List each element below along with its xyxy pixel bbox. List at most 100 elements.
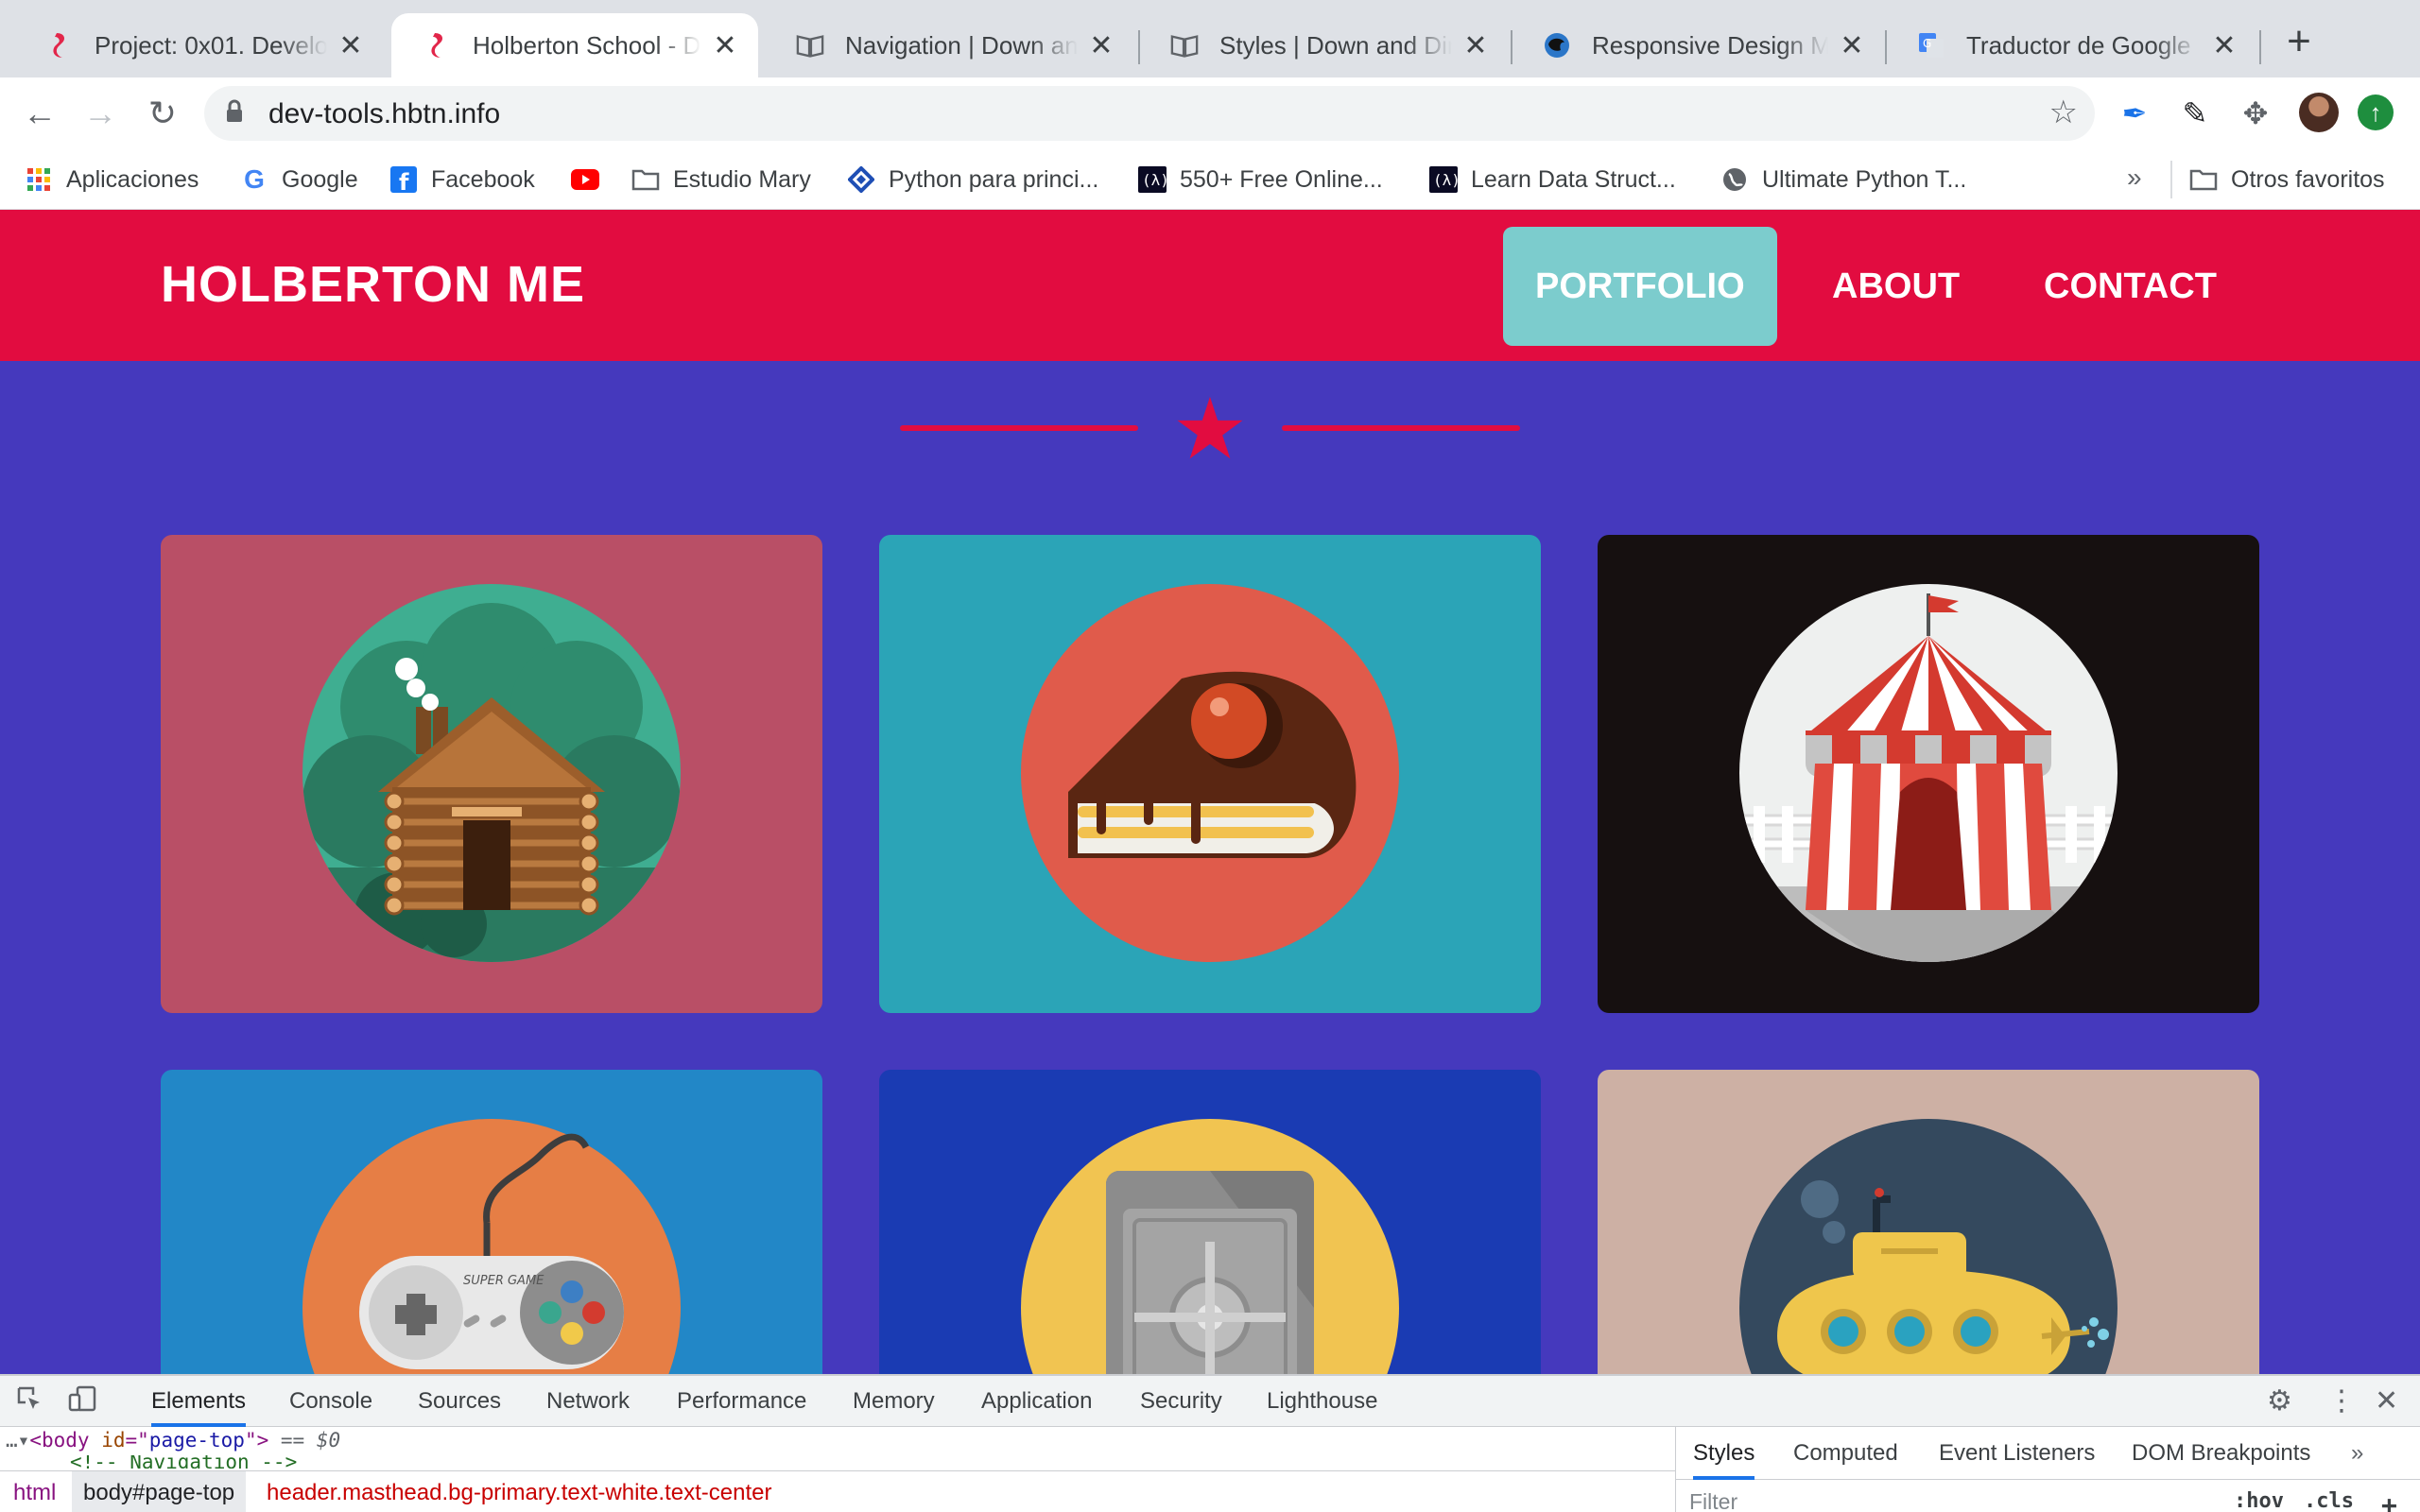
portfolio-item-submarine[interactable]	[1598, 1070, 2259, 1374]
submarine-illustration	[1739, 1119, 2118, 1374]
profile-avatar[interactable]	[2299, 93, 2339, 132]
tab-traductor-de-google[interactable]: G Traductor de Google ✕	[1885, 13, 2257, 77]
url-text[interactable]: dev-tools.hbtn.info	[268, 98, 500, 130]
new-style-rule-button[interactable]: +	[2381, 1489, 2397, 1512]
svg-text:SUPER GAME: SUPER GAME	[463, 1274, 544, 1288]
extensions-puzzle-icon[interactable]: ✥	[2237, 94, 2274, 132]
nav-contact[interactable]: CONTACT	[2012, 227, 2249, 346]
tadpole-icon	[1543, 31, 1571, 60]
devtools-tab-security[interactable]: Security	[1140, 1376, 1222, 1427]
portfolio-item-cake[interactable]	[879, 535, 1541, 1013]
svg-text:(λ): (λ)	[1142, 171, 1167, 189]
game-controller-illustration: SUPER GAME	[302, 1119, 681, 1374]
folder-icon	[2189, 165, 2218, 194]
sidebar-tab-dom-breakpoints[interactable]: DOM Breakpoints	[2132, 1427, 2310, 1480]
close-tab-icon[interactable]: ✕	[2210, 29, 2238, 62]
sidebar-tab-bar: Styles Computed Event Listeners DOM Brea…	[1676, 1427, 2420, 1480]
close-tab-icon[interactable]: ✕	[337, 29, 365, 62]
holberton-seahorse-icon	[424, 31, 452, 60]
forward-button[interactable]: →	[79, 93, 121, 134]
dom-tree-selected-node[interactable]: …▾<body id="page-top"> == $0	[0, 1429, 1675, 1455]
bookmark-youtube[interactable]	[571, 163, 613, 197]
breadcrumb-header[interactable]: header.masthead.bg-primary.text-white.te…	[255, 1471, 783, 1512]
more-options-icon[interactable]: ⋮	[2327, 1385, 2356, 1418]
more-bookmarks-chevron[interactable]: »	[2127, 163, 2142, 193]
google-translate-icon: G	[1917, 31, 1945, 60]
devtools-tab-network[interactable]: Network	[546, 1376, 630, 1427]
freecodecamp-icon: (λ)	[1138, 165, 1167, 194]
portfolio-item-circus[interactable]	[1598, 535, 2259, 1013]
tab-separator	[2259, 30, 2261, 64]
devtools-tab-sources[interactable]: Sources	[418, 1376, 501, 1427]
portfolio-item-cabin[interactable]	[161, 535, 822, 1013]
globe-icon	[1720, 165, 1749, 194]
more-sidebar-tabs-chevron[interactable]: »	[2351, 1427, 2363, 1480]
devtools-tab-application[interactable]: Application	[981, 1376, 1092, 1427]
star-divider: ★	[900, 387, 1520, 472]
tab-holberton-school[interactable]: Holberton School - Developer tools ✕	[391, 13, 758, 77]
address-bar[interactable]: dev-tools.hbtn.info ☆	[204, 86, 2095, 141]
tab-project-developer-tools[interactable]: Project: 0x01. Developer tools ✕	[13, 13, 384, 77]
bookmark-aplicaciones[interactable]: Aplicaciones	[25, 163, 199, 197]
tab-navigation-down-and-dirty[interactable]: Navigation | Down and Dirty ✕	[764, 13, 1134, 77]
bookmark-otros-favoritos[interactable]: Otros favoritos	[2189, 163, 2385, 197]
bookmark-python-para-principiantes[interactable]: Python para princi...	[847, 163, 1098, 197]
bookmark-star-icon[interactable]: ☆	[2049, 94, 2078, 131]
tab-styles-down-and-dirty[interactable]: Styles | Down and Dirty ✕	[1138, 13, 1509, 77]
sidebar-tab-computed[interactable]: Computed	[1793, 1427, 1898, 1480]
svg-text:(λ): (λ)	[1433, 171, 1458, 189]
devtools-tab-elements[interactable]: Elements	[151, 1376, 247, 1427]
divider-line-right	[1282, 425, 1520, 431]
holberton-seahorse-icon	[45, 31, 74, 60]
book-icon	[796, 31, 824, 60]
nav-about[interactable]: ABOUT	[1800, 227, 1992, 346]
dom-breadcrumbs: html body#page-top header.masthead.bg-pr…	[0, 1470, 1675, 1512]
styles-filter-input[interactable]: Filter	[1689, 1489, 1737, 1512]
bookmark-550-free-online[interactable]: (λ) 550+ Free Online...	[1138, 163, 1383, 197]
inspect-element-icon[interactable]	[13, 1385, 45, 1418]
close-devtools-icon[interactable]: ✕	[2375, 1385, 2398, 1418]
cake-illustration	[1021, 584, 1399, 962]
close-tab-icon[interactable]: ✕	[1461, 29, 1490, 62]
update-icon[interactable]: ↑	[2358, 94, 2394, 130]
devtools-tab-lighthouse[interactable]: Lighthouse	[1267, 1376, 1377, 1427]
brand-logo[interactable]: HOLBERTON ME	[161, 255, 585, 314]
feather-extension-icon[interactable]: ✒	[2116, 94, 2153, 132]
portfolio-item-game-controller[interactable]: SUPER GAME	[161, 1070, 822, 1374]
divider-line-left	[900, 425, 1138, 431]
pencil-extension-icon[interactable]: ✎	[2176, 94, 2214, 132]
devtools-panel: Elements Console Sources Network Perform…	[0, 1374, 2420, 1512]
devtools-tab-console[interactable]: Console	[289, 1376, 372, 1427]
bookmark-google[interactable]: G Google	[240, 163, 358, 197]
reload-button[interactable]: ↻	[142, 93, 183, 134]
nav-portfolio[interactable]: PORTFOLIO	[1503, 227, 1777, 346]
bookmark-estudio-mary[interactable]: Estudio Mary	[631, 163, 811, 197]
device-toolbar-icon[interactable]	[66, 1385, 98, 1418]
devtools-tab-performance[interactable]: Performance	[677, 1376, 806, 1427]
breadcrumb-html[interactable]: html	[2, 1471, 67, 1512]
sidebar-tab-styles[interactable]: Styles	[1693, 1427, 1755, 1480]
bookmark-facebook[interactable]: f Facebook	[389, 163, 535, 197]
close-tab-icon[interactable]: ✕	[1087, 29, 1115, 62]
new-tab-button[interactable]: +	[2278, 21, 2320, 64]
sidebar-tab-event-listeners[interactable]: Event Listeners	[1939, 1427, 2095, 1480]
tab-responsive-design-mode[interactable]: Responsive Design Mode ✕	[1511, 13, 1885, 77]
back-button[interactable]: ←	[19, 93, 60, 134]
dom-tree-comment-node[interactable]: <!-- Navigation -->	[70, 1455, 297, 1469]
settings-gear-icon[interactable]: ⚙	[2267, 1385, 2292, 1418]
close-tab-icon[interactable]: ✕	[1838, 29, 1866, 62]
devtools-tab-memory[interactable]: Memory	[853, 1376, 935, 1427]
bookmarks-bar: Aplicaciones G Google f Facebook Estudio…	[0, 149, 2420, 210]
breadcrumb-body[interactable]: body#page-top	[72, 1471, 247, 1512]
portfolio-item-safe[interactable]	[879, 1070, 1541, 1374]
bookmark-learn-data-structures[interactable]: (λ) Learn Data Struct...	[1429, 163, 1676, 197]
cabin-illustration	[302, 584, 681, 962]
bookmark-ultimate-python[interactable]: Ultimate Python T...	[1720, 163, 1966, 197]
lock-icon[interactable]	[225, 99, 244, 130]
svg-text:f: f	[399, 169, 409, 193]
class-toggle[interactable]: .cls	[2304, 1489, 2354, 1512]
hover-state-toggle[interactable]: :hov	[2234, 1489, 2284, 1512]
freecodecamp-icon: (λ)	[1429, 165, 1458, 194]
diamond-logo-icon	[847, 165, 875, 194]
close-tab-icon[interactable]: ✕	[711, 29, 739, 62]
